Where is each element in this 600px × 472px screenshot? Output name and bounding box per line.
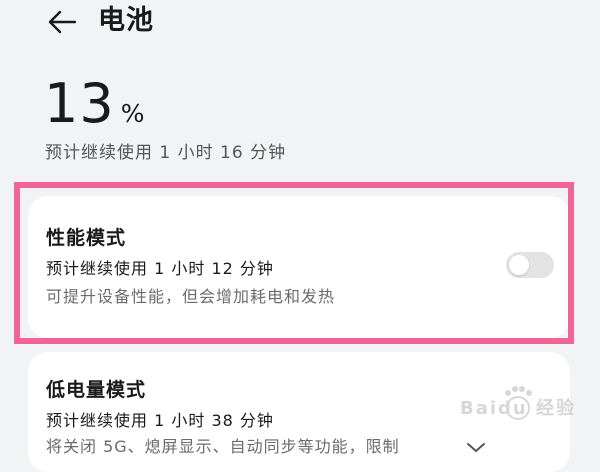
app-header: 电池 (0, 0, 600, 50)
battery-remaining-time: 预计继续使用 1 小时 16 分钟 (45, 143, 287, 163)
battery-percent-unit: % (120, 99, 145, 128)
performance-mode-title: 性能模式 (46, 227, 127, 249)
battery-percent-value: 13 (44, 72, 115, 135)
performance-mode-remaining: 预计继续使用 1 小时 12 分钟 (46, 259, 274, 278)
battery-percentage: 13% (44, 74, 144, 147)
performance-mode-description: 可提升设备性能，但会增加耗电和发热 (46, 287, 336, 306)
page-title: 电池 (98, 5, 154, 36)
performance-mode-card[interactable]: 性能模式 预计继续使用 1 小时 12 分钟 可提升设备性能，但会增加耗电和发热 (28, 196, 570, 338)
performance-mode-toggle[interactable] (506, 252, 554, 278)
low-power-mode-remaining: 预计继续使用 1 小时 38 分钟 (46, 411, 274, 430)
arrow-left-icon (48, 10, 77, 34)
back-button[interactable] (40, 4, 84, 40)
chevron-down-icon[interactable] (464, 440, 488, 460)
toggle-knob (509, 255, 529, 275)
low-power-mode-card[interactable]: 低电量模式 预计继续使用 1 小时 38 分钟 将关闭 5G、熄屏显示、自动同步… (28, 352, 570, 472)
low-power-mode-description: 将关闭 5G、熄屏显示、自动同步等功能，限制 (46, 437, 400, 456)
low-power-mode-title: 低电量模式 (46, 379, 147, 401)
